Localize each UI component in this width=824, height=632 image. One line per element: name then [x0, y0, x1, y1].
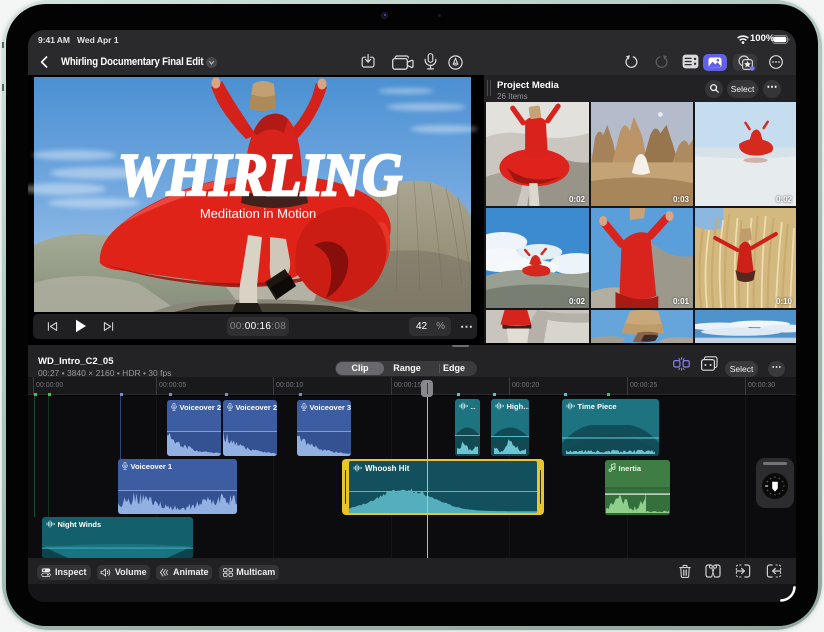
svg-text:WHIRLING: WHIRLING — [118, 142, 402, 208]
svg-text:Meditation in Motion: Meditation in Motion — [200, 206, 316, 221]
